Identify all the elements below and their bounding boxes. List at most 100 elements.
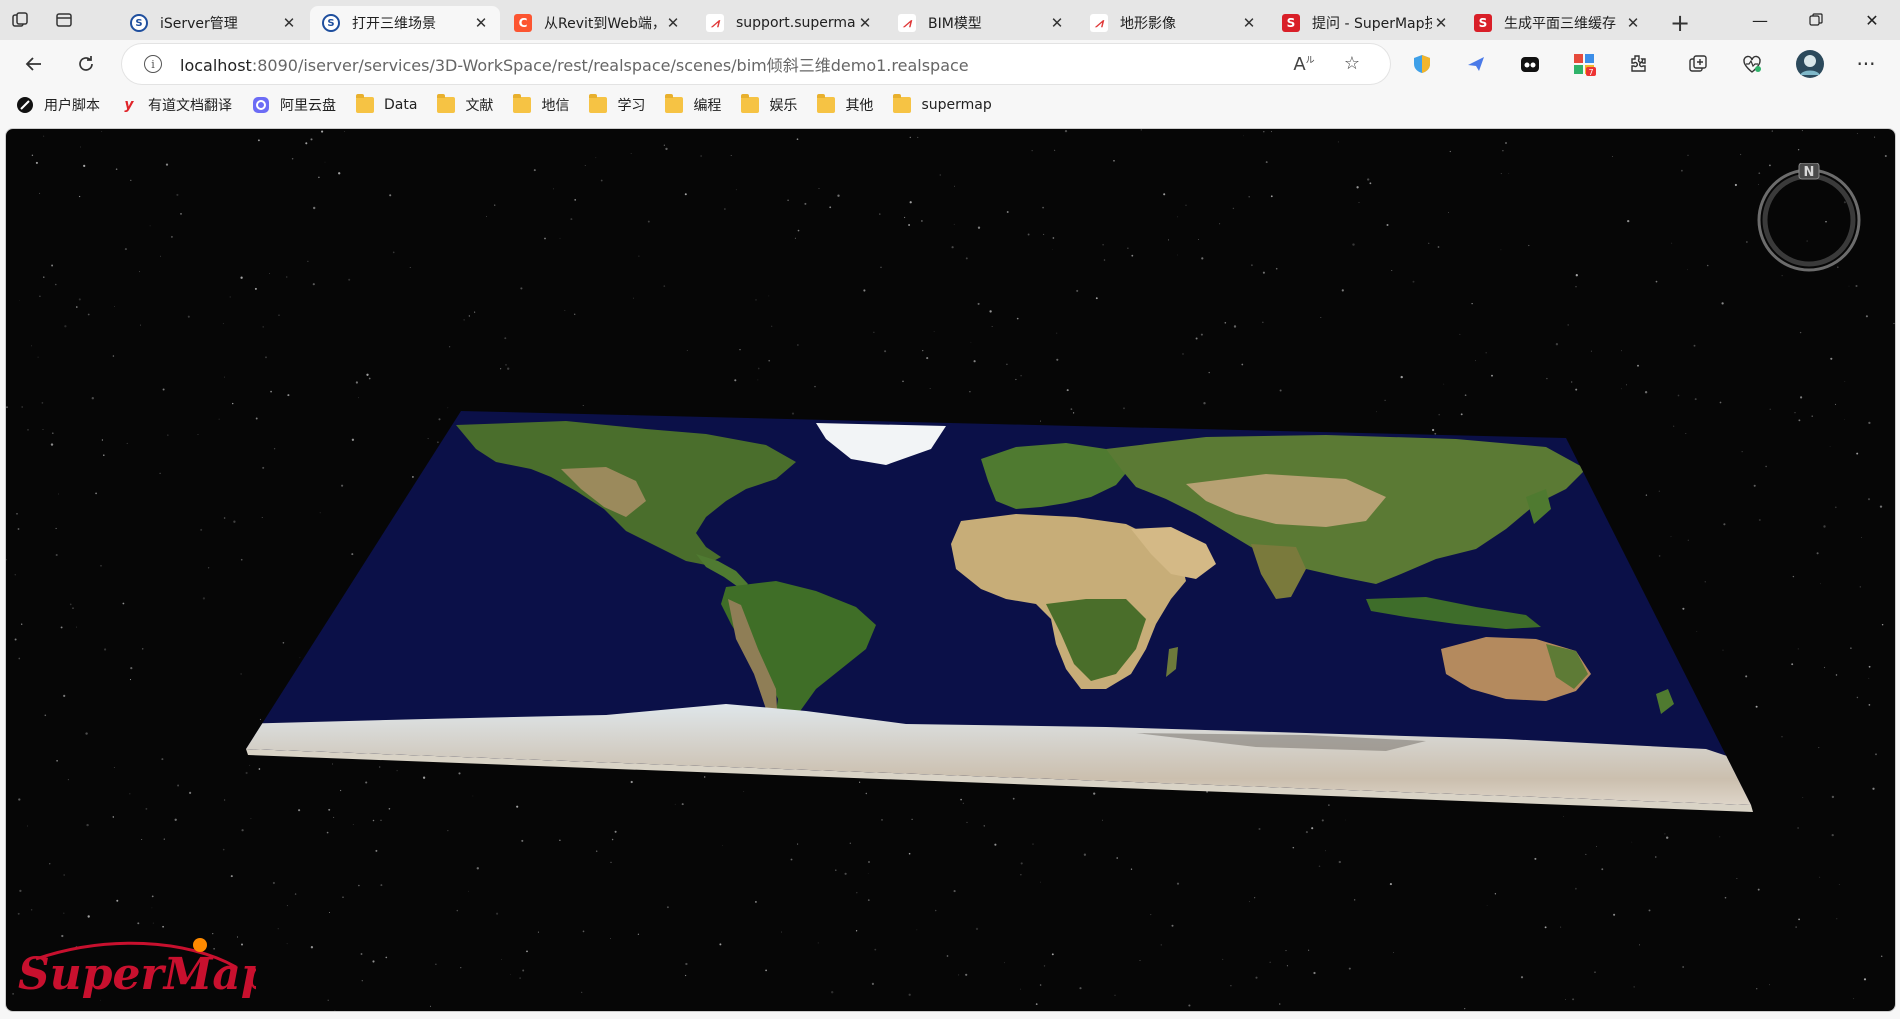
tab-2[interactable]: C 从Revit到Web端， ✕ — [502, 6, 692, 40]
address-bar[interactable]: i localhost:8090/iserver/services/3D-Wor… — [122, 44, 1390, 84]
folder-icon — [513, 94, 532, 113]
window-controls: — ✕ — [1732, 0, 1900, 40]
bookmark-label: supermap — [921, 97, 992, 113]
avatar — [1796, 50, 1824, 78]
heart-pulse-icon — [1743, 55, 1761, 73]
bookmark-item[interactable]: 阿里云盘 — [252, 95, 336, 115]
tab-list: SiServer管理 ✕ S 打开三维场景 ✕ C 从Revit到Web端， ✕ ⩘ suppor… — [118, 0, 1654, 40]
minimize-button[interactable]: — — [1732, 0, 1788, 40]
compass-widget[interactable]: N — [1754, 163, 1864, 273]
collections-icon — [1689, 55, 1707, 72]
bookmark-label: 编程 — [693, 98, 722, 114]
youdao-icon: y — [124, 97, 134, 113]
bookmark-label: 文献 — [465, 98, 494, 114]
tab-0[interactable]: SiServer管理 ✕ — [118, 6, 308, 40]
folder-icon — [356, 94, 374, 113]
new-tab-button[interactable]: + — [1660, 6, 1700, 40]
close-window-button[interactable]: ✕ — [1844, 0, 1900, 40]
tab-title: BIM模型 — [928, 16, 982, 32]
tab-title: 生成平面三维缓存 — [1504, 16, 1616, 32]
supermap-icon: ⩘ — [1090, 14, 1108, 32]
site-info-icon[interactable]: i — [144, 55, 162, 73]
supermap-s-icon: S — [1474, 14, 1492, 32]
profile-button[interactable] — [1790, 44, 1830, 84]
favorite-star-icon[interactable]: ☆ — [1328, 53, 1376, 75]
tab-close-icon[interactable]: ✕ — [664, 14, 682, 32]
tab-6[interactable]: S 提问 - SuperMap技 ✕ — [1270, 6, 1460, 40]
bookmark-item[interactable]: 地信 — [513, 94, 569, 115]
tab-title: support.supermap — [736, 15, 856, 31]
mask-extension-icon — [1521, 57, 1539, 72]
back-button[interactable] — [10, 44, 58, 84]
folder-icon — [893, 94, 912, 113]
bookmark-label: Data — [384, 97, 418, 113]
performance-button[interactable] — [1732, 44, 1772, 84]
bookmark-item[interactable]: 其他 — [817, 94, 873, 115]
tab-close-icon[interactable]: ✕ — [472, 14, 490, 32]
tab-close-icon[interactable]: ✕ — [1240, 14, 1258, 32]
extension-mask-button[interactable] — [1510, 44, 1550, 84]
scene-viewport[interactable]: N SuperMap — [5, 128, 1896, 1012]
logo-text: SuperMap — [18, 949, 256, 1000]
vertical-tabs-icon — [56, 13, 72, 27]
bookmark-label: 有道文档翻译 — [148, 98, 232, 114]
bookmark-item[interactable]: supermap — [893, 94, 992, 113]
url-path: :8090/iserver/services/3D-WorkSpace/rest… — [251, 56, 969, 75]
tab-close-icon[interactable]: ✕ — [1432, 14, 1450, 32]
tab-strip: SiServer管理 ✕ S 打开三维场景 ✕ C 从Revit到Web端， ✕ ⩘ suppor… — [0, 0, 1900, 40]
tab-1[interactable]: S 打开三维场景 ✕ — [310, 6, 500, 40]
restore-button[interactable] — [1788, 0, 1844, 40]
bookmark-item[interactable]: 编程 — [665, 94, 722, 115]
csdn-icon: C — [514, 14, 532, 32]
settings-more-button[interactable]: ··· — [1846, 44, 1886, 84]
extension-bird-button[interactable] — [1456, 44, 1496, 84]
more-dots-icon: ··· — [1856, 52, 1876, 76]
bookmark-item[interactable]: Data — [356, 94, 418, 113]
bookmark-item[interactable]: 用户脚本 — [16, 95, 100, 115]
compass-ring-inner — [1762, 173, 1856, 267]
grid-extension-icon: 7 — [1574, 54, 1596, 76]
bookmark-label: 娱乐 — [769, 98, 798, 114]
url-host: localhost — [180, 56, 252, 75]
bookmark-item[interactable]: 娱乐 — [741, 94, 798, 115]
workspaces-button[interactable] — [0, 0, 40, 40]
minimize-icon: — — [1752, 10, 1768, 30]
reload-button[interactable] — [62, 44, 110, 84]
folder-icon — [437, 94, 456, 113]
collections-button[interactable] — [1678, 44, 1718, 84]
extension-colorful-button[interactable]: 7 — [1564, 44, 1604, 84]
tab-4[interactable]: ⩘ BIM模型 ✕ — [886, 6, 1076, 40]
extensions-button[interactable] — [1618, 44, 1658, 84]
aliyun-drive-icon — [252, 97, 270, 113]
url-field[interactable]: localhost:8090/iserver/services/3D-WorkS… — [180, 52, 1280, 76]
tab-title: 提问 - SuperMap技 — [1312, 16, 1432, 32]
tab-close-icon[interactable]: ✕ — [1624, 14, 1642, 32]
bookmark-item[interactable]: 文献 — [437, 94, 494, 115]
extension-shield-button[interactable] — [1402, 44, 1442, 84]
supermap-logo: SuperMap — [18, 938, 256, 1000]
tab-close-icon[interactable]: ✕ — [280, 14, 298, 32]
tab-5[interactable]: ⩘ 地形影像 ✕ — [1078, 6, 1268, 40]
back-arrow-icon — [25, 57, 41, 71]
bookmark-label: 学习 — [617, 98, 646, 114]
iserver-icon: S — [322, 14, 340, 32]
bookmark-label: 用户脚本 — [44, 98, 100, 114]
supermap-s-icon: S — [1282, 14, 1300, 32]
world-map-plane[interactable] — [6, 129, 1896, 1012]
tab-3[interactable]: ⩘ support.supermap ✕ — [694, 6, 884, 40]
vertical-tabs-button[interactable] — [44, 0, 84, 40]
tab-close-icon[interactable]: ✕ — [856, 14, 874, 32]
tab-title: iServer管理 — [160, 16, 238, 32]
tab-title: 地形影像 — [1120, 16, 1176, 32]
tab-close-icon[interactable]: ✕ — [1048, 14, 1066, 32]
folder-icon — [589, 94, 608, 113]
read-aloud-icon[interactable]: Aル — [1280, 53, 1328, 75]
tab-7[interactable]: S 生成平面三维缓存 ✕ — [1462, 6, 1652, 40]
tab-title: 从Revit到Web端， — [544, 16, 664, 32]
puzzle-icon — [1631, 55, 1646, 72]
reload-icon — [79, 56, 93, 71]
bookmark-item[interactable]: 学习 — [589, 94, 646, 115]
close-icon: ✕ — [1865, 10, 1879, 30]
bookmark-item[interactable]: y 有道文档翻译 — [120, 95, 232, 115]
folder-icon — [817, 94, 836, 113]
